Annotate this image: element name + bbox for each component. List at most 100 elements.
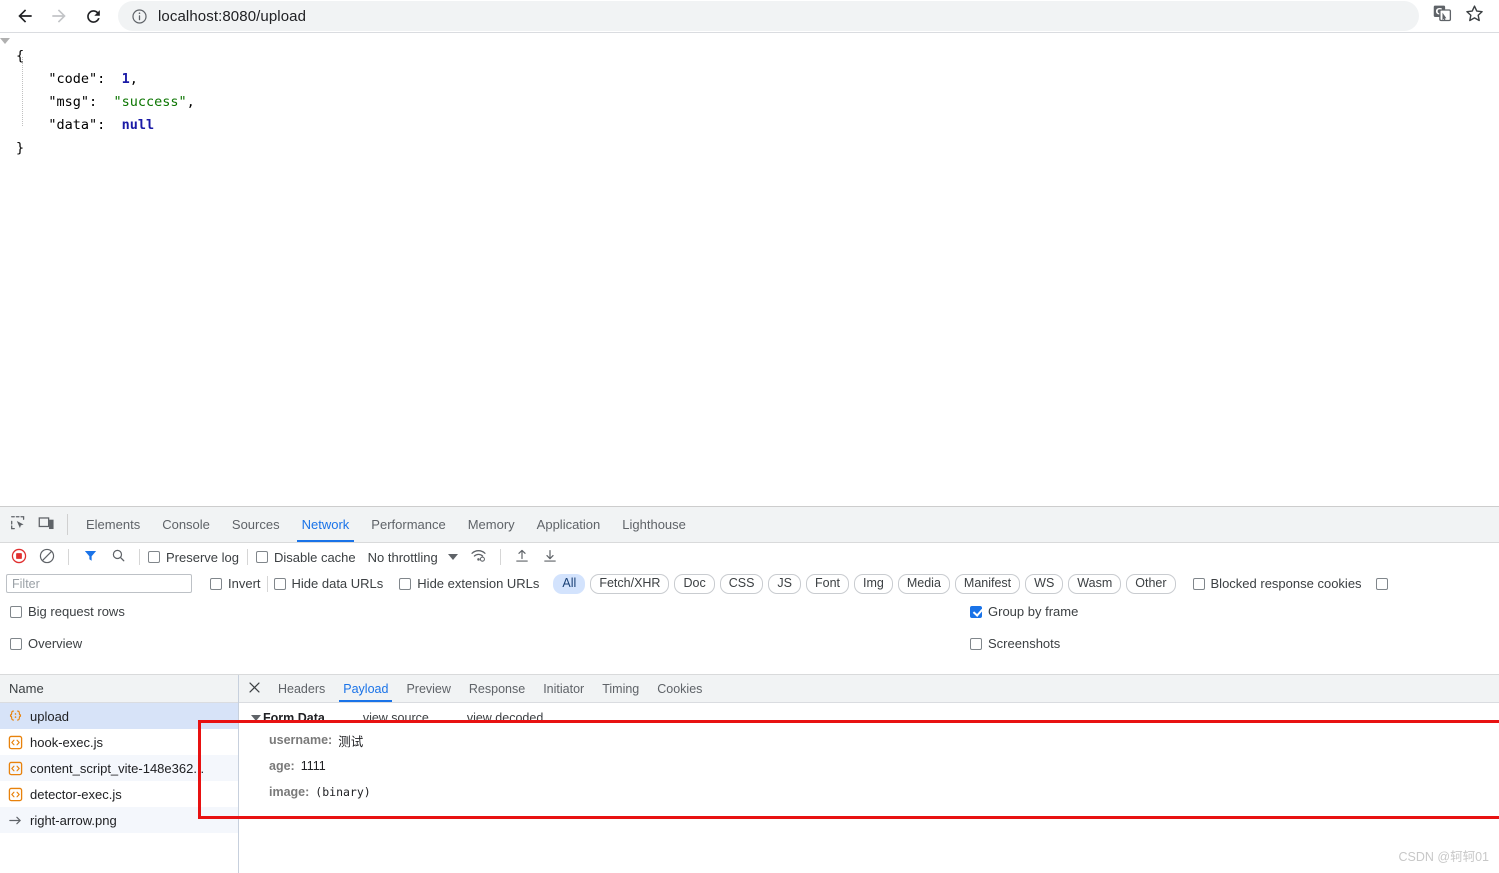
network-panes: Name upload hook-exec.js content_script_… — [0, 674, 1499, 873]
hide-extension-urls-checkbox[interactable]: Hide extension URLs — [399, 576, 539, 591]
screenshots-box — [970, 637, 982, 650]
search-icon — [111, 548, 126, 566]
tab-console[interactable]: Console — [151, 507, 221, 542]
preserve-log-checkbox[interactable]: Preserve log — [148, 550, 239, 565]
reload-button[interactable] — [76, 1, 110, 31]
table-row[interactable]: hook-exec.js — [0, 729, 238, 755]
disclosure-triangle-icon[interactable] — [251, 715, 261, 721]
export-har-icon — [542, 548, 558, 567]
table-row[interactable]: content_script_vite-148e362... — [0, 755, 238, 781]
disable-cache-checkbox[interactable]: Disable cache — [255, 550, 356, 565]
table-row[interactable]: right-arrow.png — [0, 807, 238, 833]
watermark-text: CSDN @轲轲01 — [1398, 850, 1490, 864]
overflow-checkbox[interactable] — [1375, 577, 1388, 590]
tab-lighthouse[interactable]: Lighthouse — [611, 507, 697, 542]
import-har-button[interactable] — [509, 545, 535, 569]
tab-sources[interactable]: Sources — [221, 507, 291, 542]
throttling-value: No throttling — [367, 549, 438, 565]
tab-application[interactable]: Application — [526, 507, 612, 542]
type-chip-media[interactable]: Media — [897, 573, 950, 594]
throttling-dropdown[interactable]: No throttling — [368, 550, 458, 565]
bookmark-button[interactable] — [1459, 1, 1489, 31]
screenshots-checkbox[interactable]: Screenshots — [970, 636, 1060, 651]
filter-input[interactable] — [6, 574, 192, 593]
network-conditions-button[interactable] — [466, 545, 492, 569]
search-button[interactable] — [105, 545, 131, 569]
json-file-icon — [8, 709, 23, 724]
detail-tab-cookies[interactable]: Cookies — [648, 675, 711, 702]
script-file-icon — [8, 735, 23, 750]
form-field-value: (binary) — [315, 785, 371, 799]
form-field-key: username: — [269, 733, 333, 747]
type-chip-wasm[interactable]: Wasm — [1068, 573, 1122, 594]
translate-button[interactable]: G — [1427, 1, 1457, 31]
view-source-link[interactable]: view source — [363, 711, 429, 725]
record-button[interactable] — [6, 545, 32, 569]
detail-tab-payload[interactable]: Payload — [334, 675, 397, 702]
hide-data-urls-checkbox[interactable]: Hide data URLs — [273, 576, 383, 591]
record-stop-icon — [11, 548, 27, 567]
overview-checkbox[interactable]: Overview — [10, 636, 82, 651]
type-chip-fetch-xhr[interactable]: Fetch/XHR — [590, 573, 670, 594]
close-icon — [248, 681, 261, 697]
type-chip-font[interactable]: Font — [806, 573, 850, 594]
import-har-icon — [514, 548, 530, 567]
table-row[interactable]: detector-exec.js — [0, 781, 238, 807]
detail-tab-response[interactable]: Response — [460, 675, 534, 702]
group-by-frame-label: Group by frame — [988, 604, 1079, 619]
info-circle-icon[interactable] — [128, 5, 150, 27]
invert-box — [210, 577, 222, 590]
filter-toggle-button[interactable] — [77, 545, 103, 569]
clear-button[interactable] — [34, 545, 60, 569]
form-field-value: 1111 — [300, 759, 326, 773]
form-data-section-header[interactable]: Form Data view source view decoded — [239, 709, 1499, 727]
form-field-image[interactable]: image: (binary) — [239, 779, 1499, 805]
network-controls-bar: Preserve log Disable cache No throttling — [0, 543, 1499, 571]
close-detail-button[interactable] — [239, 675, 269, 702]
tab-network[interactable]: Network — [291, 507, 361, 542]
tab-performance[interactable]: Performance — [360, 507, 456, 542]
inspect-element-icon — [10, 515, 27, 535]
type-chip-other[interactable]: Other — [1126, 573, 1176, 594]
type-chip-manifest[interactable]: Manifest — [954, 573, 1021, 594]
type-chip-css[interactable]: CSS — [719, 573, 764, 594]
tab-memory[interactable]: Memory — [457, 507, 526, 542]
back-button[interactable] — [8, 1, 42, 31]
request-list-header[interactable]: Name — [0, 675, 238, 703]
form-field-username[interactable]: username: 测试 — [239, 727, 1499, 753]
detail-tab-timing[interactable]: Timing — [593, 675, 648, 702]
view-decoded-link[interactable]: view decoded — [467, 711, 543, 725]
type-chip-js[interactable]: JS — [768, 573, 801, 594]
forward-button[interactable] — [42, 1, 76, 31]
device-toolbar-button[interactable] — [32, 507, 60, 542]
detail-tab-headers[interactable]: Headers — [269, 675, 334, 702]
inspect-element-button[interactable] — [4, 507, 32, 542]
controls-divider-4 — [499, 549, 501, 565]
form-field-age[interactable]: age: 1111 — [239, 753, 1499, 779]
type-chip-doc[interactable]: Doc — [674, 573, 715, 594]
request-detail-pane: Headers Payload Preview Response Initiat… — [239, 675, 1499, 873]
request-list: Name upload hook-exec.js content_script_… — [0, 675, 239, 873]
preserve-log-label: Preserve log — [166, 549, 239, 565]
disable-cache-box — [255, 551, 268, 563]
export-har-button[interactable] — [537, 545, 563, 569]
type-chip-img[interactable]: Img — [854, 573, 893, 594]
detail-tab-preview[interactable]: Preview — [397, 675, 459, 702]
group-by-frame-checkbox[interactable]: Group by frame — [970, 604, 1078, 619]
blocked-response-cookies-checkbox[interactable]: Blocked response cookies — [1192, 576, 1362, 591]
blocked-response-cookies-box — [1192, 577, 1205, 590]
big-request-rows-checkbox[interactable]: Big request rows — [10, 604, 125, 619]
type-chip-all[interactable]: All — [553, 573, 586, 594]
group-by-frame-box — [970, 605, 982, 618]
invert-checkbox[interactable]: Invert — [210, 576, 261, 591]
detail-tab-initiator[interactable]: Initiator — [534, 675, 593, 702]
tab-elements[interactable]: Elements — [75, 507, 151, 542]
overflow-checkbox-box — [1375, 577, 1388, 590]
page-content-area: { "code": 1, "msg": "success", "data": n… — [0, 33, 1499, 506]
type-chip-ws[interactable]: WS — [1025, 573, 1064, 594]
invert-label: Invert — [228, 576, 261, 591]
url-text: localhost:8080/upload — [158, 7, 307, 25]
json-collapse-toggle-icon[interactable] — [0, 38, 10, 44]
table-row[interactable]: upload — [0, 703, 238, 729]
address-bar[interactable]: localhost:8080/upload — [118, 1, 1419, 31]
